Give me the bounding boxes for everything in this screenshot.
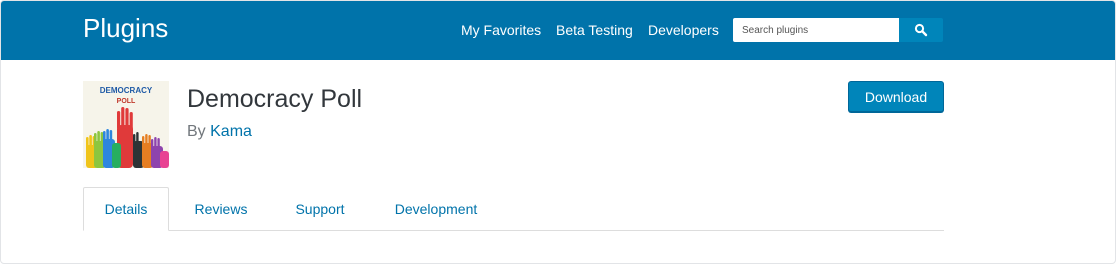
plugin-icon-text-1: DEMOCRACY xyxy=(100,86,153,95)
search-button[interactable] xyxy=(899,18,943,42)
nav-my-favorites[interactable]: My Favorites xyxy=(461,22,541,38)
tab-development[interactable]: Development xyxy=(381,187,491,231)
search-input[interactable] xyxy=(733,18,899,42)
plugin-icon-text-2: POLL xyxy=(117,98,136,105)
plugin-page: Plugins My Favorites Beta Testing Develo… xyxy=(0,0,1116,264)
plugin-title: Democracy Poll xyxy=(187,85,363,113)
author-link[interactable]: Kama xyxy=(210,123,252,140)
by-label: By xyxy=(187,123,206,140)
download-button[interactable]: Download xyxy=(848,81,944,112)
top-bar: Plugins My Favorites Beta Testing Develo… xyxy=(1,1,1115,60)
tab-reviews[interactable]: Reviews xyxy=(181,187,261,231)
nav-beta-testing[interactable]: Beta Testing xyxy=(556,22,633,38)
nav-developers[interactable]: Developers xyxy=(648,22,719,38)
search-icon xyxy=(914,23,928,37)
tab-details[interactable]: Details xyxy=(83,187,169,231)
plugin-byline: By Kama xyxy=(187,123,252,141)
tab-support[interactable]: Support xyxy=(281,187,359,231)
plugin-icon: DEMOCRACY POLL xyxy=(83,81,169,168)
plugins-brand-link[interactable]: Plugins xyxy=(83,13,168,44)
raised-hands-icon: DEMOCRACY POLL xyxy=(83,81,169,168)
